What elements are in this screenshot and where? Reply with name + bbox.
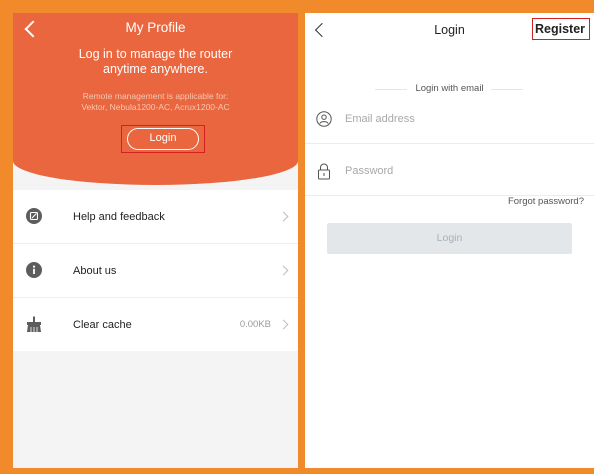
profile-menu: Help and feedback About us Clear cache 0… xyxy=(13,190,298,351)
profile-header: My Profile Log in to manage the router a… xyxy=(13,13,298,185)
remote-management-note: Remote management is applicable for: Vek… xyxy=(13,91,298,113)
feedback-icon xyxy=(26,208,42,224)
profile-screen: My Profile Log in to manage the router a… xyxy=(13,13,298,468)
note-line-2: Vektor, Nebula1200-AC, Acrux1200-AC xyxy=(81,102,230,112)
login-header: Login Register xyxy=(305,13,594,47)
login-submit-button[interactable]: Login xyxy=(327,223,572,254)
menu-label: Clear cache xyxy=(73,318,132,331)
chevron-right-icon xyxy=(278,211,289,222)
note-line-1: Remote management is applicable for: xyxy=(82,91,229,101)
menu-label: Help and feedback xyxy=(73,210,165,223)
menu-item-about-us[interactable]: About us xyxy=(13,244,298,298)
page-title: My Profile xyxy=(125,20,186,35)
email-field[interactable]: Email address xyxy=(305,97,594,144)
login-with-email-label: Login with email xyxy=(415,83,484,94)
menu-item-help-feedback[interactable]: Help and feedback xyxy=(13,190,298,244)
lock-icon xyxy=(318,163,330,180)
broom-icon xyxy=(27,316,41,332)
user-icon xyxy=(316,111,332,127)
menu-label: About us xyxy=(73,264,117,277)
register-link[interactable]: Register xyxy=(535,22,585,36)
tagline: Log in to manage the router anytime anyw… xyxy=(13,47,298,77)
password-placeholder: Password xyxy=(345,165,394,177)
email-placeholder: Email address xyxy=(345,113,415,125)
login-button[interactable]: Login xyxy=(127,128,199,150)
tagline-line-2: anytime anywhere. xyxy=(103,62,208,76)
info-icon xyxy=(26,262,42,278)
menu-item-clear-cache[interactable]: Clear cache 0.00KB xyxy=(13,298,298,351)
chevron-right-icon xyxy=(278,265,289,276)
tagline-line-1: Log in to manage the router xyxy=(78,47,233,61)
login-screen: Login Register Login with email Email ad… xyxy=(305,13,594,468)
password-field[interactable]: Password xyxy=(305,149,594,196)
chevron-right-icon xyxy=(278,319,289,330)
forgot-password-link[interactable]: Forgot password? xyxy=(508,196,584,207)
cache-size: 0.00KB xyxy=(239,319,271,330)
